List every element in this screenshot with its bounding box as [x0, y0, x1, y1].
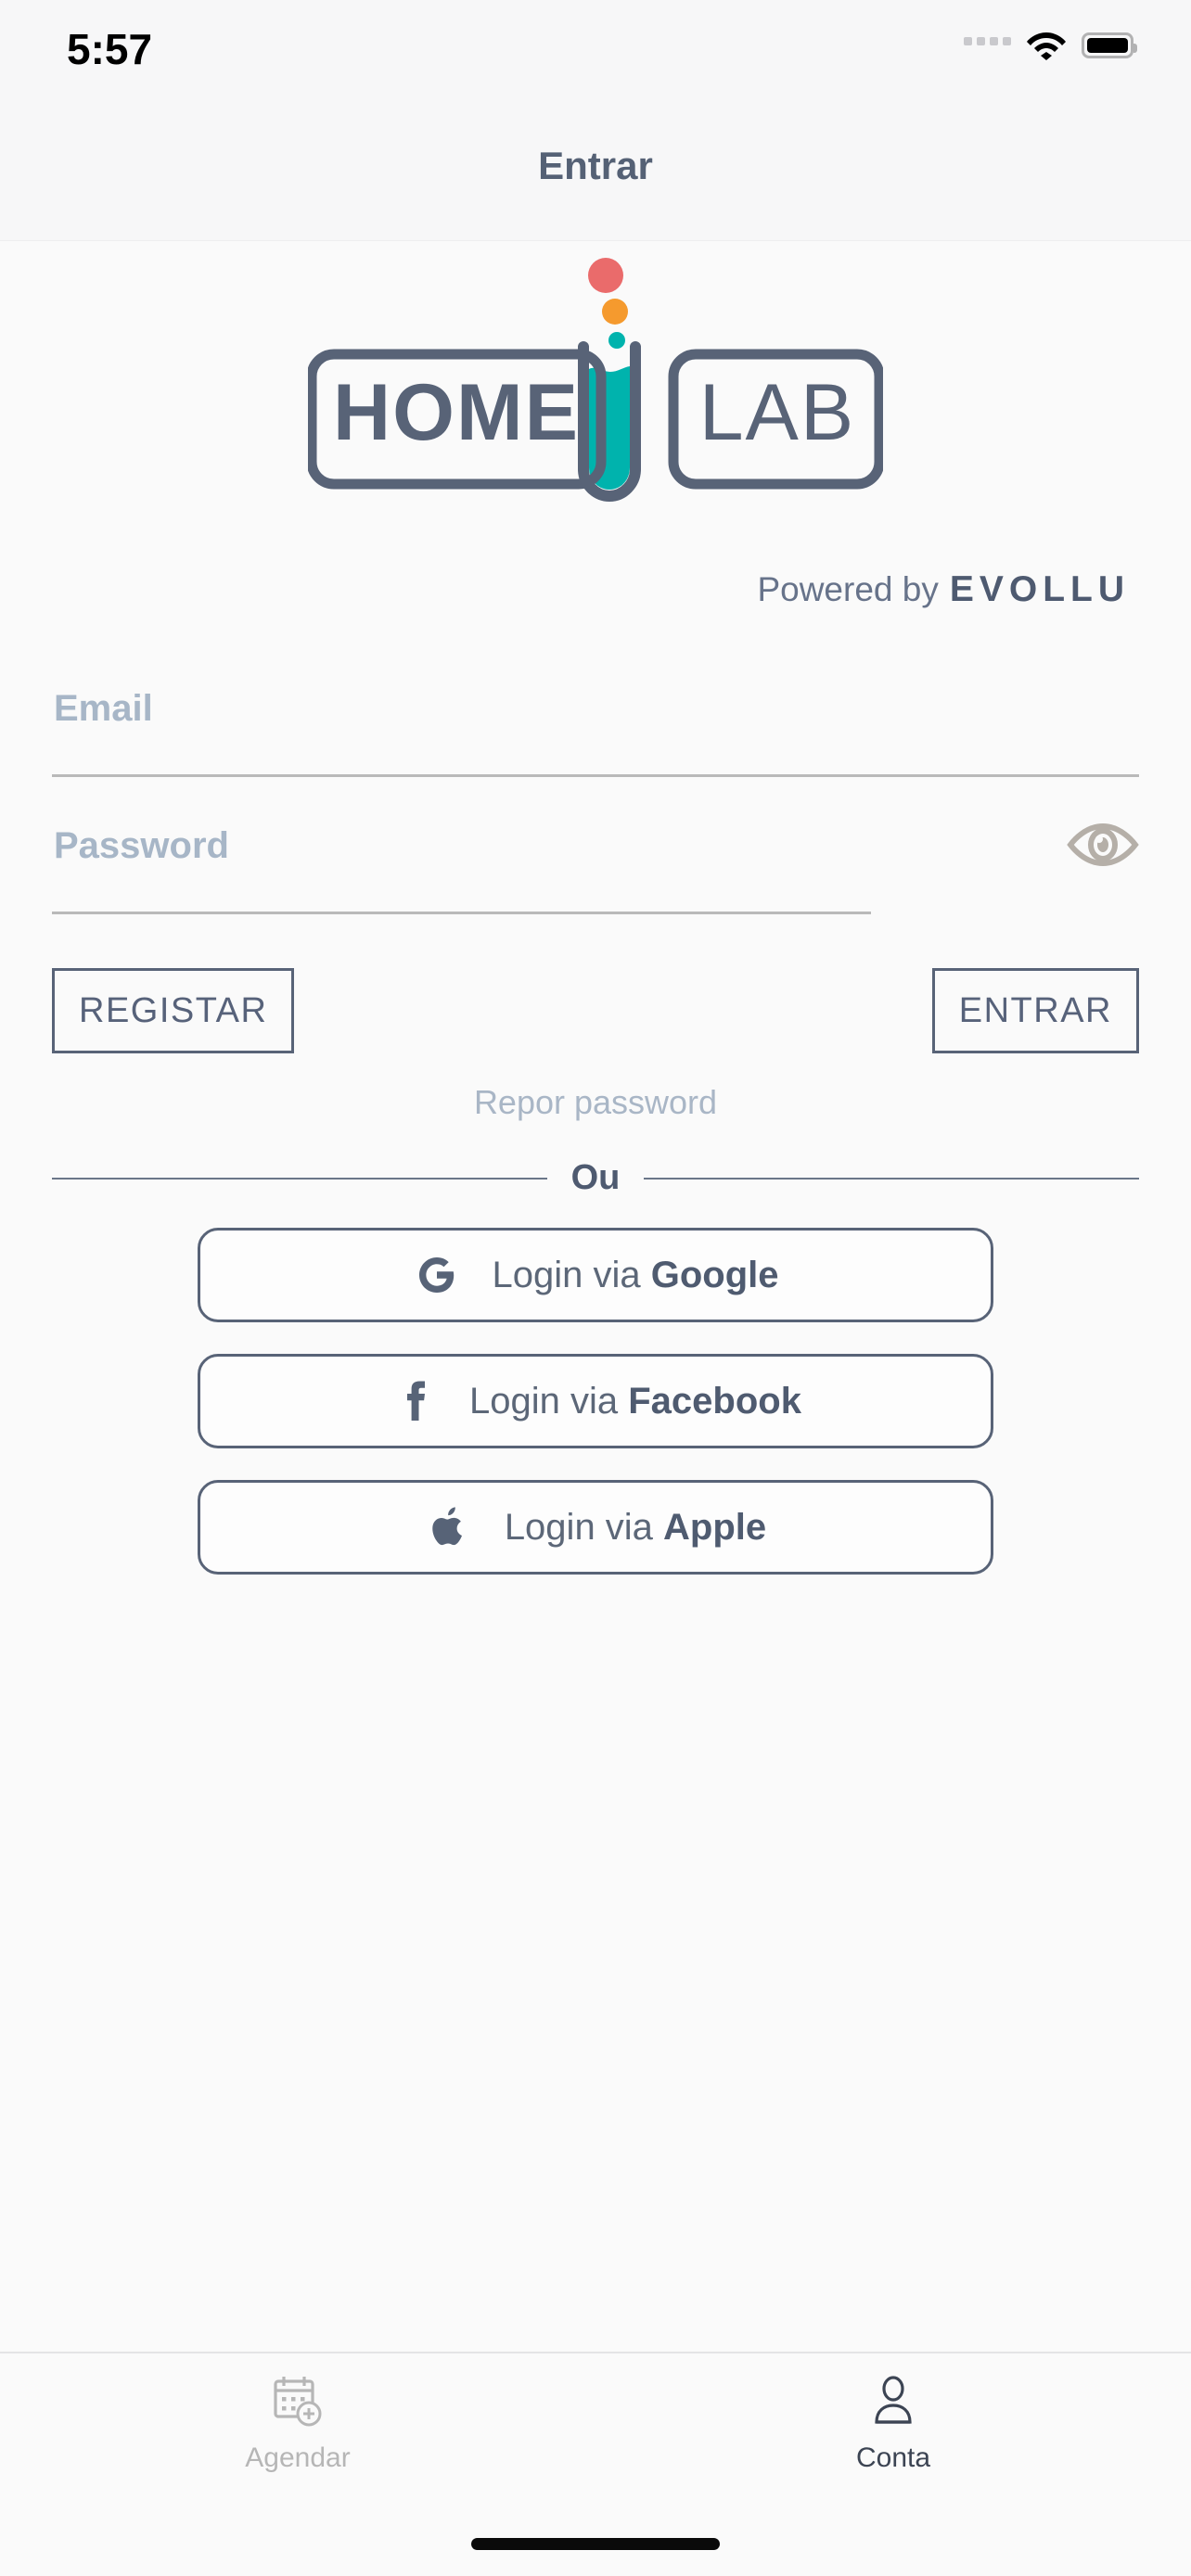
- home-indicator: [471, 2538, 720, 2550]
- facebook-provider-name: Facebook: [628, 1380, 801, 1422]
- email-input[interactable]: [54, 688, 814, 730]
- social-login-list: Login via Google Login via Facebook Logi…: [0, 1228, 1191, 1575]
- facebook-login-button[interactable]: Login via Facebook: [198, 1354, 993, 1448]
- signal-dots-icon: [964, 36, 1011, 55]
- page-title: Entrar: [538, 144, 653, 187]
- password-field-group: [52, 805, 1139, 914]
- tab-conta[interactable]: Conta: [596, 2353, 1191, 2493]
- drop-teal-icon: [608, 332, 625, 349]
- status-bar-time: 5:57: [67, 25, 153, 73]
- form-actions: REGISTAR ENTRAR: [0, 968, 1191, 1053]
- drop-red-icon: [588, 258, 623, 293]
- apple-login-button[interactable]: Login via Apple: [198, 1480, 993, 1575]
- powered-by-prefix: Powered by: [757, 570, 939, 608]
- apple-login-label: Login via Apple: [505, 1507, 766, 1549]
- tab-list: Agendar Conta: [0, 2353, 1191, 2493]
- eye-icon-svg: [1067, 823, 1139, 867]
- logo-home-text: HOME: [333, 368, 580, 457]
- apple-icon: [425, 1501, 475, 1553]
- apple-provider-name: Apple: [663, 1506, 767, 1548]
- tab-conta-label: Conta: [855, 2442, 931, 2473]
- apple-icon-svg: [432, 1507, 462, 1546]
- email-field-group: [52, 668, 1139, 777]
- google-login-prefix: Login via: [492, 1254, 651, 1295]
- calendar-plus-icon: [269, 2372, 327, 2431]
- apple-login-prefix: Login via: [504, 1506, 664, 1548]
- register-button[interactable]: REGISTAR: [52, 968, 295, 1053]
- email-underline: [52, 774, 1139, 777]
- brand-logo-container: HOME LAB: [0, 241, 1191, 523]
- battery-full-icon: [1082, 32, 1137, 58]
- google-login-button[interactable]: Login via Google: [198, 1228, 993, 1322]
- wifi-icon: [1027, 32, 1066, 60]
- google-icon: [412, 1249, 462, 1301]
- google-provider-name: Google: [650, 1254, 779, 1295]
- eye-icon[interactable]: [1067, 816, 1139, 874]
- facebook-login-prefix: Login via: [469, 1380, 629, 1422]
- person-icon: [864, 2372, 922, 2431]
- facebook-icon-svg: [407, 1381, 426, 1421]
- facebook-icon: [390, 1375, 440, 1427]
- reset-password-link[interactable]: Repor password: [0, 1083, 1191, 1122]
- tab-agendar-label: Agendar: [245, 2442, 351, 2473]
- status-bar: 5:57: [0, 0, 1191, 125]
- logo-lab-text: LAB: [699, 368, 856, 457]
- password-input[interactable]: [54, 825, 814, 867]
- homelab-logo-svg: HOME LAB: [306, 258, 885, 503]
- homelab-test-tube-logo: HOME LAB: [306, 254, 885, 523]
- or-divider-label: Ou: [546, 1152, 645, 1204]
- login-screen-content: HOME LAB Powered by EVOLLU Email REGISTA…: [0, 241, 1191, 2353]
- person-icon-svg: [875, 2376, 912, 2424]
- powered-by-brand: EVOLLU: [949, 569, 1130, 609]
- login-form: [0, 668, 1191, 914]
- google-icon-svg: [419, 1257, 455, 1293]
- status-bar-indicators: [964, 24, 1137, 67]
- nav-header: Entrar: [0, 125, 1191, 241]
- facebook-login-label: Login via Facebook: [469, 1381, 801, 1422]
- google-login-label: Login via Google: [492, 1255, 778, 1296]
- password-underline: [52, 912, 871, 914]
- login-button[interactable]: ENTRAR: [931, 968, 1139, 1053]
- or-divider: Ou: [52, 1152, 1139, 1204]
- powered-by: Powered by EVOLLU: [0, 569, 1191, 610]
- calendar-plus-icon-svg: [274, 2377, 322, 2427]
- drop-orange-icon: [602, 299, 628, 325]
- tab-agendar[interactable]: Agendar: [0, 2353, 596, 2493]
- bottom-tab-bar: Agendar Conta: [0, 2352, 1191, 2576]
